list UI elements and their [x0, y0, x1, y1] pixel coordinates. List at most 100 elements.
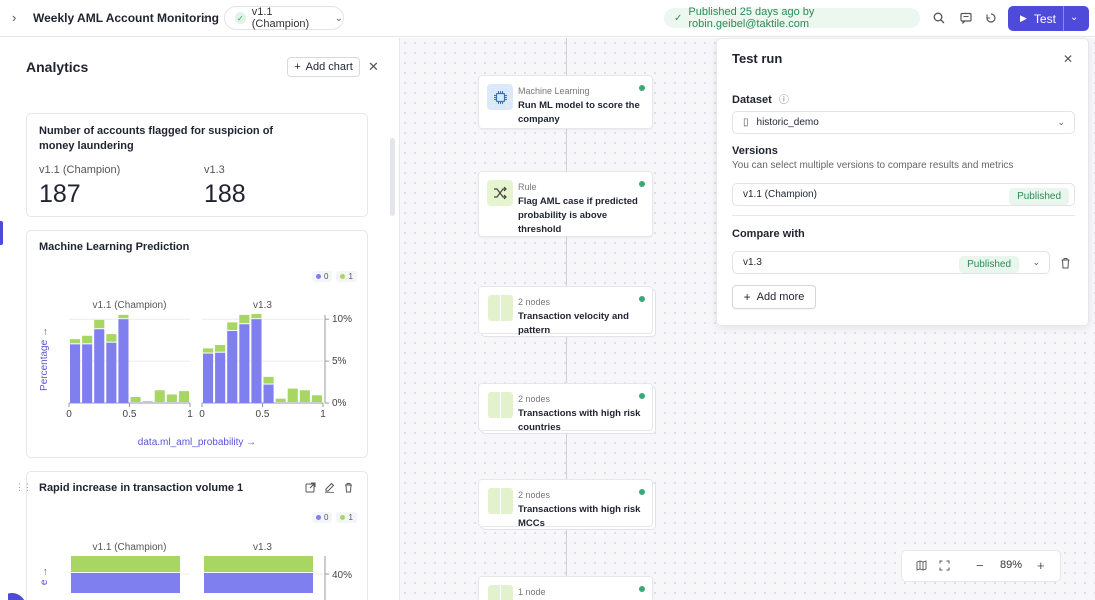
x-axis-label[interactable]: data.ml_aml_probability →: [138, 437, 256, 448]
bar-class-1[interactable]: [215, 345, 226, 352]
flow-node[interactable]: 1 nodeInconsistent business: [478, 576, 653, 600]
test-button[interactable]: ▶ Test ⌄: [1008, 6, 1089, 31]
comment-icon[interactable]: [958, 10, 974, 26]
bar-class-1[interactable]: [263, 376, 274, 384]
bar-class-1[interactable]: [275, 398, 286, 402]
edit-icon[interactable]: [324, 482, 335, 496]
zoom-in-icon[interactable]: +: [1037, 558, 1045, 573]
dataset-label-text: Dataset: [732, 94, 772, 106]
chat-icon[interactable]: ●: [8, 593, 26, 600]
bar-class-0[interactable]: [239, 324, 250, 403]
add-chart-label: Add chart: [305, 61, 353, 73]
bar-class-1[interactable]: [166, 394, 177, 402]
dataset-select[interactable]: ▯ historic_demo ⌄: [732, 111, 1075, 134]
node-name: Flag AML case if predicted probability i…: [518, 196, 638, 235]
divider: [732, 215, 1075, 216]
bar-class-1[interactable]: [311, 395, 322, 402]
status-dot: [639, 586, 645, 592]
trash-icon[interactable]: [343, 482, 354, 496]
bar-class-1[interactable]: [227, 322, 238, 330]
bar-class-0[interactable]: [71, 573, 180, 593]
flow-node[interactable]: 2 nodes Transactions with high risk MCCs: [478, 479, 653, 529]
facet-label: v1.3: [253, 542, 272, 553]
compare-select[interactable]: v1.3 Published ⌄: [732, 251, 1050, 274]
bar-class-0[interactable]: [204, 573, 313, 593]
test-run-title: Test run: [732, 51, 783, 66]
map-icon[interactable]: [916, 560, 927, 574]
add-more-button[interactable]: + Add more: [732, 285, 816, 309]
bar-class-1[interactable]: [94, 319, 105, 329]
bar-class-0[interactable]: [215, 352, 226, 403]
compare-value: v1.3: [743, 257, 762, 268]
published-badge: Published: [1009, 188, 1069, 205]
add-chart-button[interactable]: + Add chart: [287, 57, 360, 77]
x-tick-label: 0: [66, 409, 72, 420]
button-divider: [1063, 6, 1064, 31]
bar-class-0[interactable]: [94, 329, 105, 403]
scrollbar[interactable]: [390, 138, 395, 216]
search-icon[interactable]: [931, 10, 947, 26]
test-run-panel: Test run ✕ Dataset ⓘ ▯ historic_demo ⌄ V…: [716, 38, 1089, 326]
external-link-icon[interactable]: [305, 482, 316, 496]
node-category: 2 nodes: [518, 490, 551, 500]
flow-node[interactable]: 2 nodes Transactions with high risk count…: [478, 383, 653, 433]
bar-class-0[interactable]: [251, 319, 262, 403]
legend-item[interactable]: 1: [336, 512, 357, 523]
bar-class-1[interactable]: [71, 556, 180, 572]
zoom-out-icon[interactable]: −: [976, 558, 984, 573]
drag-handle-icon[interactable]: ⋮⋮: [15, 482, 32, 493]
versions-field[interactable]: v1.1 (Champion) Published: [732, 183, 1075, 206]
published-text: Published 25 days ago by robin.geibel@ta…: [688, 6, 815, 30]
info-icon[interactable]: ⓘ: [779, 95, 789, 106]
close-icon[interactable]: ✕: [368, 59, 379, 75]
flow-node[interactable]: Rule Flag AML case if predicted probabili…: [478, 171, 653, 237]
chevron-right-icon[interactable]: ›: [12, 11, 26, 25]
flow-node[interactable]: 2 nodes Transaction velocity and pattern: [478, 286, 653, 336]
version-label: v1.1 (Champion): [39, 164, 121, 176]
card-title: Rapid increase in transaction volume 1: [39, 482, 244, 494]
bar-class-1[interactable]: [251, 314, 262, 319]
bar-class-1[interactable]: [203, 348, 214, 353]
version-selector[interactable]: ✓ v1.1 (Champion) ⌄: [224, 6, 344, 30]
bar-class-0[interactable]: [118, 319, 129, 403]
bar-class-1[interactable]: [287, 388, 298, 402]
rapid-increase-chart: v1.1 (Champion) v1.3 40% e →: [39, 542, 352, 600]
trash-icon[interactable]: [1060, 257, 1071, 272]
bar-class-0[interactable]: [203, 353, 214, 403]
analytics-panel: Analytics + Add chart ✕ Number of accoun…: [8, 38, 400, 600]
published-status-badge: ✓ Published 25 days ago by robin.geibel@…: [664, 6, 920, 30]
node-category: 1 node: [518, 587, 546, 597]
bar-class-0[interactable]: [227, 330, 238, 403]
bar-class-1[interactable]: [299, 390, 310, 402]
bar-class-0[interactable]: [263, 384, 274, 403]
legend-item[interactable]: 0: [312, 512, 333, 523]
bar-class-1[interactable]: [70, 339, 81, 344]
bar-class-1[interactable]: [118, 314, 129, 319]
zoom-level: 89%: [1000, 559, 1023, 571]
chevron-down-icon: ⌄: [1057, 117, 1065, 127]
node-category: 2 nodes: [518, 297, 551, 307]
bar-class-0[interactable]: [70, 344, 81, 403]
x-tick-label: 0.5: [123, 409, 137, 420]
x-tick-label: 0.5: [256, 409, 270, 420]
versions-value: v1.1 (Champion): [743, 189, 817, 200]
flow-node[interactable]: Machine Learning Run ML model to score th…: [478, 75, 653, 129]
close-icon[interactable]: ✕: [1063, 52, 1073, 66]
flow-history-icon[interactable]: [983, 10, 999, 26]
fit-view-icon[interactable]: [939, 560, 950, 574]
bar-class-0[interactable]: [106, 342, 117, 403]
play-icon: ▶: [1020, 13, 1027, 23]
status-dot: [639, 393, 645, 399]
bar-class-1[interactable]: [130, 396, 141, 402]
bar-class-1[interactable]: [142, 401, 153, 402]
bar-class-1[interactable]: [239, 314, 250, 324]
bar-class-0[interactable]: [82, 344, 93, 403]
bar-class-1[interactable]: [82, 335, 93, 344]
version-label: v1.3: [204, 164, 225, 176]
bar-class-1[interactable]: [178, 391, 189, 402]
bar-class-1[interactable]: [154, 390, 165, 402]
bar-class-1[interactable]: [106, 334, 117, 342]
node-category: 2 nodes: [518, 394, 551, 404]
bar-class-1[interactable]: [204, 556, 313, 572]
chevron-down-icon[interactable]: ⌄: [1070, 12, 1078, 23]
